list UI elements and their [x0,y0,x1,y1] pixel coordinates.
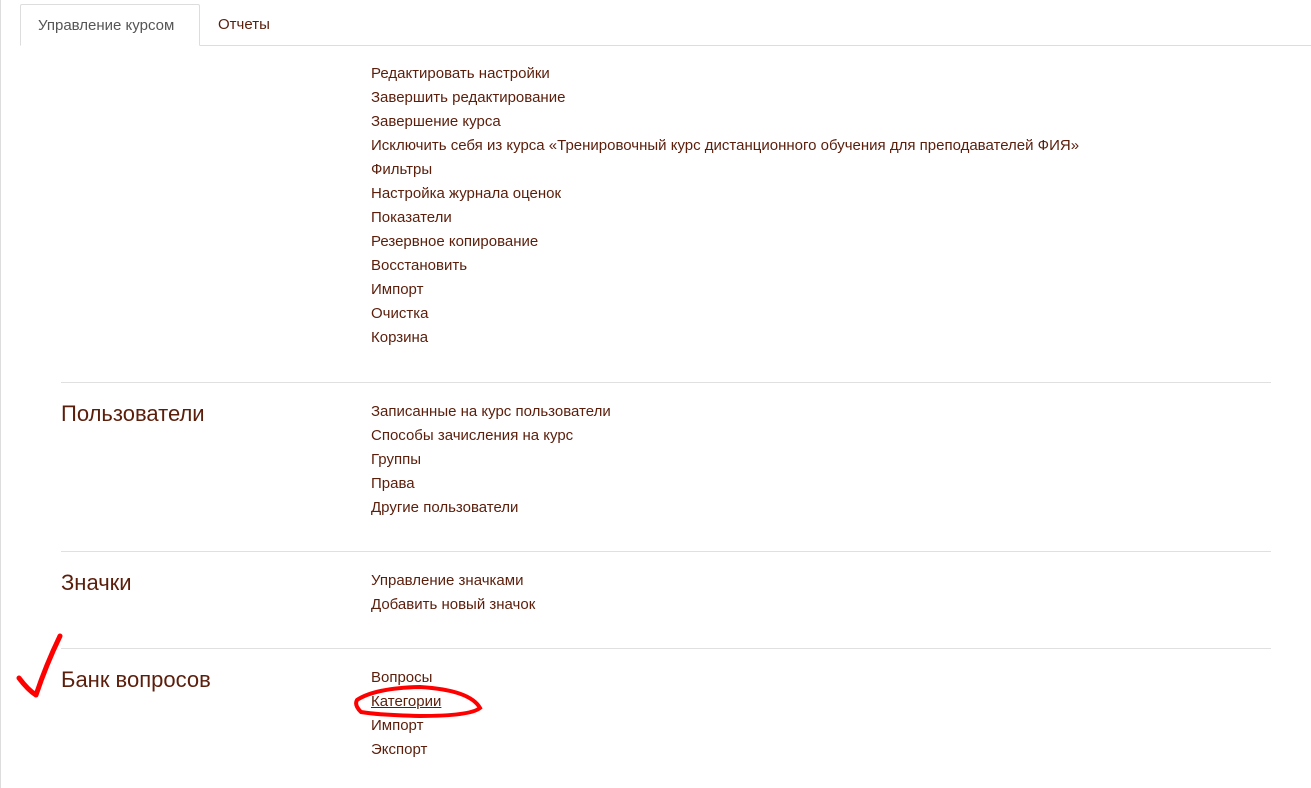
section-heading: Пользователи [61,401,205,426]
link-course-completion[interactable]: Завершение курса [371,110,1079,134]
link-gradebook-setup[interactable]: Настройка журнала оценок [371,182,1079,206]
link-qb-export[interactable]: Экспорт [371,738,441,762]
link-manage-badges[interactable]: Управление значками [371,569,535,593]
checkmark-annotation [16,633,63,698]
link-reset[interactable]: Очистка [371,302,1079,326]
section-heading: Банк вопросов [61,667,211,692]
users-links: Записанные на курс пользователи Способы … [371,400,611,520]
badges-links: Управление значками Добавить новый значо… [371,569,535,617]
page-border [0,0,1,788]
course-links: Редактировать настройки Завершить редакт… [371,62,1079,350]
link-enrolled-users[interactable]: Записанные на курс пользователи [371,400,611,424]
section-badges: Значки Управление значками Добавить новы… [61,551,1271,613]
link-categories[interactable]: Категории [371,690,441,714]
section-users: Пользователи Записанные на курс пользова… [61,382,1271,516]
link-permissions[interactable]: Права [371,472,611,496]
link-questions[interactable]: Вопросы [371,666,441,690]
tab-reports[interactable]: Отчеты [201,4,287,45]
link-restore[interactable]: Восстановить [371,254,1079,278]
link-recycle-bin[interactable]: Корзина [371,326,1079,350]
link-other-users[interactable]: Другие пользователи [371,496,611,520]
link-outcomes[interactable]: Показатели [371,206,1079,230]
link-backup[interactable]: Резервное копирование [371,230,1079,254]
link-add-badge[interactable]: Добавить новый значок [371,593,535,617]
link-unenrol-self[interactable]: Исключить себя из курса «Тренировочный к… [371,134,1079,158]
link-import[interactable]: Импорт [371,278,1079,302]
section-heading: Значки [61,570,132,595]
link-edit-settings[interactable]: Редактировать настройки [371,62,1079,86]
tab-course-management[interactable]: Управление курсом [20,4,200,46]
tab-bar: Управление курсом Отчеты [20,4,1311,46]
link-finish-editing[interactable]: Завершить редактирование [371,86,1079,110]
link-filters[interactable]: Фильтры [371,158,1079,182]
link-groups[interactable]: Группы [371,448,611,472]
link-enrolment-methods[interactable]: Способы зачисления на курс [371,424,611,448]
section-question-bank: Банк вопросов Вопросы Категории Импорт Э… [61,648,1271,758]
question-bank-links: Вопросы Категории Импорт Экспорт [371,666,441,762]
link-qb-import[interactable]: Импорт [371,714,441,738]
